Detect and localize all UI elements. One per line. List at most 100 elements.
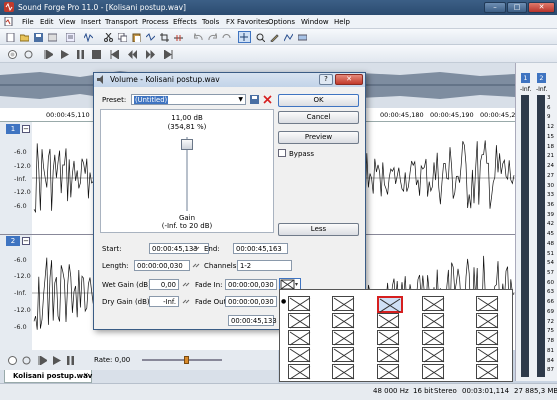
fade-in-field[interactable]: 00:00:00,030 <box>225 279 277 290</box>
menu-insert[interactable]: Insert <box>81 18 101 26</box>
play-all-icon[interactable] <box>38 356 47 365</box>
fade-out-field[interactable]: 00:00:00,030 <box>225 296 277 307</box>
go-to-start-icon[interactable] <box>110 50 119 59</box>
close-window-button[interactable]: ✕ <box>528 2 555 13</box>
properties-icon[interactable] <box>66 33 75 42</box>
channel-2-collapse-button[interactable]: − <box>22 237 30 245</box>
fade-curve-option[interactable] <box>332 313 355 329</box>
copy-icon[interactable] <box>118 33 127 42</box>
fade-curve-option[interactable] <box>332 347 355 363</box>
fade-curve-option[interactable] <box>476 347 499 363</box>
record-icon[interactable] <box>8 50 17 59</box>
fade-curve-option[interactable] <box>422 296 445 312</box>
channel-2-label[interactable]: 2 <box>6 236 20 246</box>
fade-curve-option[interactable] <box>476 330 499 346</box>
dry-gain-field[interactable]: -Inf. <box>149 296 179 307</box>
trim-icon[interactable] <box>174 33 183 42</box>
event-icon[interactable] <box>298 33 307 42</box>
delete-preset-icon[interactable] <box>263 95 272 104</box>
fade-curve-option[interactable] <box>332 330 355 346</box>
fade-curve-option[interactable] <box>332 296 355 312</box>
loop-icon[interactable] <box>24 50 33 59</box>
render-icon[interactable] <box>48 33 57 42</box>
less-button[interactable]: Less <box>278 223 359 236</box>
rate-slider[interactable] <box>142 359 222 361</box>
menu-view[interactable]: View <box>59 18 76 26</box>
fade-curve-option[interactable] <box>332 364 355 380</box>
link-icon[interactable] <box>182 297 192 306</box>
redo-icon[interactable] <box>208 33 217 42</box>
go-to-end-icon[interactable] <box>164 50 173 59</box>
fade-curve-option[interactable] <box>476 364 499 380</box>
paste-icon[interactable] <box>132 33 141 42</box>
menu-effects[interactable]: Effects <box>173 18 197 26</box>
fade-curve-option[interactable] <box>288 330 311 346</box>
undo-icon[interactable] <box>194 33 203 42</box>
play-icon[interactable] <box>60 50 69 59</box>
new-file-icon[interactable] <box>6 33 15 42</box>
cancel-button[interactable]: Cancel <box>278 111 359 124</box>
selection-time-field[interactable]: 00:00:45,133 <box>228 315 277 326</box>
preset-dropdown[interactable]: (Untitled) ▼ <box>131 94 246 105</box>
menu-help[interactable]: Help <box>334 18 350 26</box>
fade-curve-option[interactable] <box>288 313 311 329</box>
fast-forward-icon[interactable] <box>146 50 155 59</box>
help-button[interactable]: ? <box>319 74 333 85</box>
channel-1-collapse-button[interactable]: − <box>22 125 30 133</box>
loop-icon[interactable] <box>22 356 31 365</box>
menu-window[interactable]: Window <box>301 18 329 26</box>
link-icon[interactable] <box>192 261 202 270</box>
record-icon[interactable] <box>8 356 17 365</box>
repeat-icon[interactable] <box>222 33 231 42</box>
crop-icon[interactable] <box>160 33 169 42</box>
fade-curve-option[interactable] <box>377 330 400 346</box>
fade-curve-option[interactable] <box>377 347 400 363</box>
length-field[interactable]: 00:00:00,030 <box>134 260 190 271</box>
menu-edit[interactable]: Edit <box>40 18 54 26</box>
menu-tools[interactable]: Tools <box>202 18 219 26</box>
end-field[interactable]: 00:00:45,163 <box>233 243 288 254</box>
pause-icon[interactable] <box>76 50 85 59</box>
gain-slider-thumb[interactable] <box>181 138 193 150</box>
rewind-icon[interactable] <box>128 50 137 59</box>
mix-icon[interactable] <box>146 33 155 42</box>
fade-curve-option[interactable] <box>288 364 311 380</box>
fade-curve-option[interactable] <box>377 364 400 380</box>
fade-curve-option[interactable] <box>422 347 445 363</box>
play-icon[interactable] <box>52 356 61 365</box>
close-tab-icon[interactable]: × <box>83 371 89 379</box>
fade-curve-option[interactable] <box>422 330 445 346</box>
maximize-button[interactable]: □ <box>507 2 527 13</box>
edit-tool-button[interactable] <box>238 31 251 43</box>
link-icon[interactable] <box>182 280 192 289</box>
fade-curve-option[interactable] <box>377 313 400 329</box>
stop-icon[interactable] <box>92 50 101 59</box>
channels-field[interactable]: 1-2 <box>237 260 292 271</box>
rate-slider-thumb[interactable] <box>184 356 189 364</box>
fade-curve-option[interactable] <box>288 296 311 312</box>
menu-file[interactable]: File <box>22 18 34 26</box>
fade-curve-option[interactable] <box>422 364 445 380</box>
fade-curve-option[interactable] <box>476 313 499 329</box>
wave-icon[interactable] <box>84 33 93 42</box>
dialog-close-button[interactable]: ✕ <box>335 74 363 85</box>
dialog-title-bar[interactable]: Volume - Kolisani postup.wav ? ✕ <box>94 73 365 87</box>
channel-1-label[interactable]: 1 <box>6 124 20 134</box>
minimize-button[interactable]: – <box>484 2 506 13</box>
magnify-icon[interactable] <box>256 33 265 42</box>
menu-options[interactable]: Options <box>268 18 295 26</box>
menu-process[interactable]: Process <box>142 18 169 26</box>
open-folder-icon[interactable] <box>20 33 29 42</box>
link-icon[interactable] <box>192 244 202 253</box>
fade-curve-option[interactable] <box>288 347 311 363</box>
save-icon[interactable] <box>34 33 43 42</box>
menu-transport[interactable]: Transport <box>105 18 138 26</box>
play-all-icon[interactable] <box>44 50 53 59</box>
fade-curve-option[interactable] <box>422 313 445 329</box>
pause-icon[interactable] <box>66 356 75 365</box>
envelope-icon[interactable] <box>284 33 293 42</box>
save-preset-icon[interactable] <box>250 95 259 104</box>
bypass-checkbox[interactable] <box>278 149 286 157</box>
preview-button[interactable]: Preview <box>278 131 359 144</box>
fade-curve-option[interactable] <box>476 296 499 312</box>
